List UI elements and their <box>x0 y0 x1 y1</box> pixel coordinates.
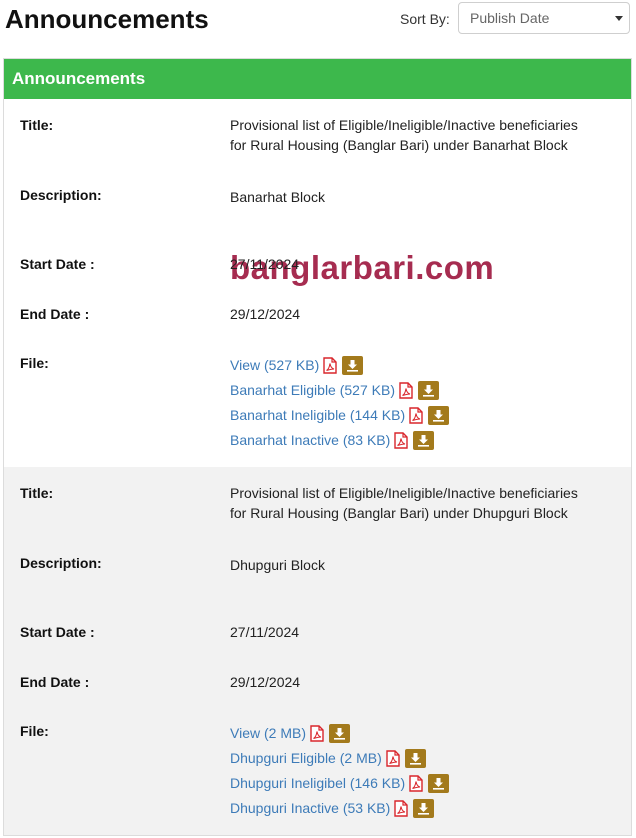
file-label: File: <box>20 723 49 739</box>
start-date-value: 27/11/2024 <box>230 624 300 640</box>
pdf-icon[interactable] <box>394 431 409 449</box>
download-icon[interactable] <box>413 430 435 450</box>
title-label: Title: <box>20 485 54 501</box>
description-label: Description: <box>20 187 102 203</box>
announcement-description: Banarhat Block <box>230 189 325 205</box>
file-link-text: View (527 KB) <box>230 357 320 373</box>
page-header: Announcements Sort By: Publish Date <box>0 0 636 58</box>
description-label: Description: <box>20 555 102 571</box>
file-link-text: Dhupguri Inactive (53 KB) <box>230 800 391 816</box>
sort-select[interactable]: Publish Date <box>458 2 630 34</box>
download-icon[interactable] <box>328 723 350 743</box>
sort-select-value: Publish Date <box>470 10 550 26</box>
file-link-text: Dhupguri Ineligibel (146 KB) <box>230 775 406 791</box>
announcement-title: Provisional list of Eligible/Ineligible/… <box>230 115 610 155</box>
start-date-value: 27/11/2024 <box>230 256 300 272</box>
page-title: Announcements <box>5 4 209 34</box>
file-link-text: Banarhat Inactive (83 KB) <box>230 432 391 448</box>
start-date-label: Start Date : <box>20 256 95 272</box>
announcement-title: Provisional list of Eligible/Ineligible/… <box>230 483 610 523</box>
chevron-down-icon <box>615 16 623 21</box>
pdf-icon[interactable] <box>386 749 400 767</box>
download-icon[interactable] <box>418 380 439 400</box>
pdf-icon[interactable] <box>310 724 324 742</box>
file-label: File: <box>20 355 49 371</box>
file-link-text: Dhupguri Eligible (2 MB) <box>230 750 382 766</box>
end-date-label: End Date : <box>20 306 90 322</box>
start-date-label: Start Date : <box>20 624 95 640</box>
pdf-icon[interactable] <box>409 774 423 792</box>
announcement-item: Title: Provisional list of Eligible/Inel… <box>4 467 631 835</box>
file-link-inactive[interactable]: Dhupguri Inactive (53 KB) <box>230 798 435 818</box>
sort-label: Sort By: <box>400 11 450 27</box>
file-link-ineligible[interactable]: Dhupguri Ineligibel (146 KB) <box>230 773 450 793</box>
download-icon[interactable] <box>428 773 450 793</box>
announcement-description: Dhupguri Block <box>230 557 325 573</box>
download-icon[interactable] <box>342 355 364 375</box>
panel-title: Announcements <box>4 59 631 99</box>
file-link-view[interactable]: View (527 KB) <box>230 355 364 375</box>
announcement-title-line: Provisional list of Eligible/Ineligible/… <box>230 117 578 133</box>
file-link-eligible[interactable]: Banarhat Eligible (527 KB) <box>230 380 439 400</box>
end-date-label: End Date : <box>20 674 90 690</box>
file-link-eligible[interactable]: Dhupguri Eligible (2 MB) <box>230 748 426 768</box>
pdf-icon[interactable] <box>394 799 409 817</box>
end-date-value: 29/12/2024 <box>230 674 301 690</box>
end-date-value: 29/12/2024 <box>230 306 301 322</box>
download-icon[interactable] <box>413 798 435 818</box>
file-link-view[interactable]: View (2 MB) <box>230 723 350 743</box>
pdf-icon[interactable] <box>323 356 337 374</box>
pdf-icon[interactable] <box>409 406 423 424</box>
download-icon[interactable] <box>428 405 450 425</box>
announcement-title-line: for Rural Housing (Banglar Bari) under D… <box>230 505 568 521</box>
file-link-text: Banarhat Eligible (527 KB) <box>230 382 395 398</box>
download-icon[interactable] <box>404 748 426 768</box>
pdf-icon[interactable] <box>399 381 413 399</box>
announcement-title-line: for Rural Housing (Banglar Bari) under B… <box>230 137 568 153</box>
announcements-panel: Announcements Title: Provisional list of… <box>3 58 632 836</box>
title-label: Title: <box>20 117 54 133</box>
file-link-ineligible[interactable]: Banarhat Ineligible (144 KB) <box>230 405 450 425</box>
file-link-inactive[interactable]: Banarhat Inactive (83 KB) <box>230 430 435 450</box>
announcement-item: Title: Provisional list of Eligible/Inel… <box>4 99 631 467</box>
file-link-text: View (2 MB) <box>230 725 306 741</box>
file-link-text: Banarhat Ineligible (144 KB) <box>230 407 406 423</box>
announcement-title-line: Provisional list of Eligible/Ineligible/… <box>230 485 578 501</box>
